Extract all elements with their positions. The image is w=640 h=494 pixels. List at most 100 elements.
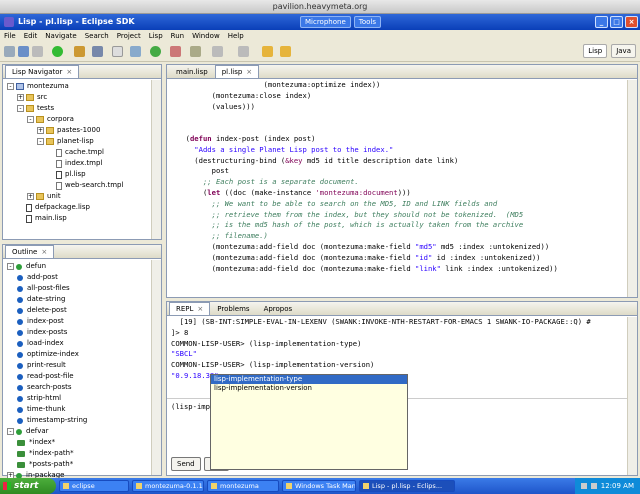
tab-lisp-navigator[interactable]: Lisp Navigator × xyxy=(5,65,80,78)
minimize-button[interactable]: _ xyxy=(595,16,608,28)
search-icon[interactable] xyxy=(112,46,123,57)
code-editor[interactable]: (montezuma:optimize index)) (montezuma:c… xyxy=(167,80,627,297)
navigator-item[interactable]: - planet-lisp xyxy=(7,136,161,147)
outline-item[interactable]: optimize-index xyxy=(7,349,161,360)
navigator-item[interactable]: + pastes-1000 xyxy=(7,125,161,136)
navigator-item[interactable]: - montezuma xyxy=(7,81,161,92)
tab-outline[interactable]: Outline × xyxy=(5,245,55,258)
tray-network-icon[interactable] xyxy=(580,483,587,489)
expand-icon[interactable]: + xyxy=(37,127,44,134)
outline-item[interactable]: *index* xyxy=(7,437,161,448)
taskbar-task[interactable]: Lisp - pl.lisp - Eclips... xyxy=(359,480,455,492)
tab-main-lisp[interactable]: main.lisp xyxy=(169,65,215,78)
expand-icon[interactable]: + xyxy=(17,94,24,101)
menu-search[interactable]: Search xyxy=(85,30,109,42)
globe-icon[interactable] xyxy=(150,46,161,57)
taskbar-task[interactable]: Windows Task Man... xyxy=(282,480,356,492)
window-titlebar[interactable]: Lisp - pl.lisp - Eclipse SDK Microphone … xyxy=(0,14,640,30)
navigator-item[interactable]: pl.lisp xyxy=(7,169,161,180)
taskbar-task[interactable]: montezuma-0.1.1 xyxy=(132,480,204,492)
collapse-icon[interactable]: - xyxy=(17,105,24,112)
repl-scrollbar[interactable] xyxy=(627,317,637,475)
menu-window[interactable]: Window xyxy=(192,30,220,42)
collapse-icon[interactable]: - xyxy=(7,263,14,270)
run-icon[interactable] xyxy=(52,46,63,57)
outline-item[interactable]: load-index xyxy=(7,338,161,349)
maximize-button[interactable]: □ xyxy=(610,16,623,28)
outline-scrollbar[interactable] xyxy=(151,260,161,475)
outline-item[interactable]: index-post xyxy=(7,316,161,327)
close-icon[interactable]: × xyxy=(66,68,72,76)
collapse-icon[interactable]: - xyxy=(7,428,14,435)
new-icon[interactable] xyxy=(4,46,15,57)
tab-problems[interactable]: Problems xyxy=(210,302,256,315)
navigator-item[interactable]: + unit xyxy=(7,191,161,202)
outline-item[interactable]: print-result xyxy=(7,360,161,371)
menu-file[interactable]: File xyxy=(4,30,16,42)
autocomplete-item[interactable]: lisp-implementation-type xyxy=(211,375,407,384)
editor-scrollbar[interactable] xyxy=(627,80,637,297)
navigator-item[interactable]: + src xyxy=(7,92,161,103)
forward-icon[interactable] xyxy=(280,46,291,57)
menu-run[interactable]: Run xyxy=(171,30,184,42)
tools-button[interactable]: Tools xyxy=(353,16,381,28)
collapse-icon[interactable]: - xyxy=(27,116,34,123)
autocomplete-item[interactable]: lisp-implementation-version xyxy=(211,384,407,393)
taskbar-task[interactable]: eclipse xyxy=(59,480,129,492)
outline-item[interactable]: index-posts xyxy=(7,327,161,338)
tab-apropos[interactable]: Apropos xyxy=(257,302,300,315)
perspective-java[interactable]: Java xyxy=(611,44,636,58)
external-tools-icon[interactable] xyxy=(170,46,181,57)
print-icon[interactable] xyxy=(32,46,43,57)
link-icon[interactable] xyxy=(190,46,201,57)
last-edit-icon[interactable] xyxy=(238,46,249,57)
taskbar-task[interactable]: montezuma xyxy=(207,480,279,492)
navigator-item[interactable]: - corpora xyxy=(7,114,161,125)
collapse-icon[interactable]: - xyxy=(7,83,14,90)
close-icon[interactable]: × xyxy=(41,248,47,256)
microphone-button[interactable]: Microphone xyxy=(300,16,351,28)
tray-volume-icon[interactable] xyxy=(590,483,597,489)
debug-icon[interactable] xyxy=(74,46,85,57)
navigator-item[interactable]: - tests xyxy=(7,103,161,114)
navigator-item[interactable]: defpackage.lisp xyxy=(7,202,161,213)
outline-item[interactable]: - defun xyxy=(7,261,161,272)
outline-item[interactable]: *posts-path* xyxy=(7,459,161,470)
next-annotation-icon[interactable] xyxy=(130,46,141,57)
outline-item[interactable]: *index-path* xyxy=(7,448,161,459)
outline-item[interactable]: strip-html xyxy=(7,393,161,404)
start-button[interactable]: start xyxy=(0,478,56,494)
close-button[interactable]: × xyxy=(625,16,638,28)
menu-help[interactable]: Help xyxy=(228,30,244,42)
navigator-item[interactable]: cache.tmpl xyxy=(7,147,161,158)
menu-project[interactable]: Project xyxy=(117,30,141,42)
tab-repl[interactable]: REPL × xyxy=(169,302,211,315)
menu-navigate[interactable]: Navigate xyxy=(45,30,76,42)
outline-item[interactable]: add-post xyxy=(7,272,161,283)
outline-item[interactable]: date-string xyxy=(7,294,161,305)
perspective-lisp[interactable]: Lisp xyxy=(583,44,608,58)
outline-item[interactable]: delete-post xyxy=(7,305,161,316)
navigator-scrollbar[interactable] xyxy=(151,80,161,239)
navigator-item[interactable]: web-search.tmpl xyxy=(7,180,161,191)
collapse-icon[interactable]: - xyxy=(37,138,44,145)
tab-pl-lisp[interactable]: pl.lisp × xyxy=(214,65,260,78)
expand-icon[interactable]: + xyxy=(27,193,34,200)
save-icon[interactable] xyxy=(18,46,29,57)
outline-item[interactable]: - defvar xyxy=(7,426,161,437)
close-icon[interactable]: × xyxy=(197,305,203,313)
outline-item[interactable]: search-posts xyxy=(7,382,161,393)
open-type-icon[interactable] xyxy=(92,46,103,57)
menu-lisp[interactable]: Lisp xyxy=(149,30,163,42)
navigator-item[interactable]: index.tmpl xyxy=(7,158,161,169)
outline-item[interactable]: read-post-file xyxy=(7,371,161,382)
navigator-item[interactable]: main.lisp xyxy=(7,213,161,224)
send-button[interactable]: Send xyxy=(171,457,201,471)
history-icon[interactable] xyxy=(212,46,223,57)
back-icon[interactable] xyxy=(262,46,273,57)
close-icon[interactable]: × xyxy=(246,68,252,76)
outline-item[interactable]: all-post-files xyxy=(7,283,161,294)
outline-item[interactable]: timestamp-string xyxy=(7,415,161,426)
outline-item[interactable]: time-thunk xyxy=(7,404,161,415)
menu-edit[interactable]: Edit xyxy=(24,30,38,42)
